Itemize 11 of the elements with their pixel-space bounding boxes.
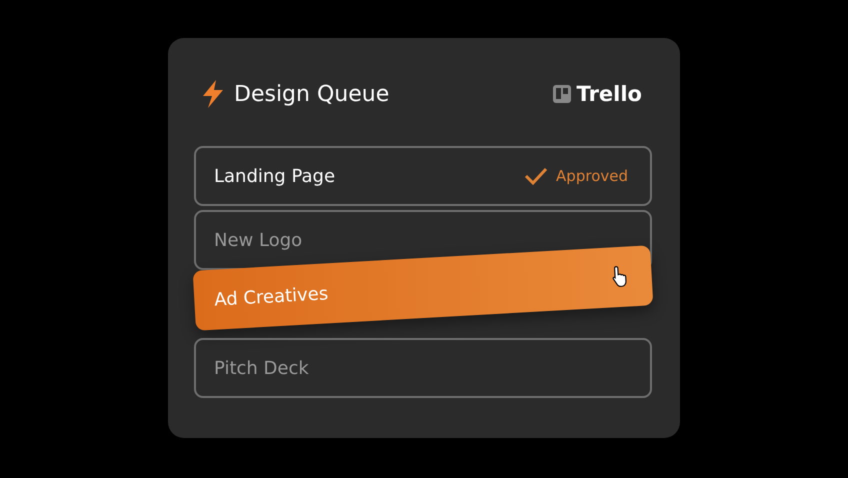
status-label: Approved <box>556 167 628 185</box>
card-title: Design Queue <box>234 82 390 106</box>
item-label: Landing Page <box>214 166 336 186</box>
checkmark-icon <box>524 166 548 186</box>
queue-card-item[interactable]: Landing Page Approved <box>194 146 652 206</box>
lightning-icon <box>200 79 226 109</box>
brand-name: Trello <box>576 82 642 106</box>
board-logo-icon <box>552 85 571 103</box>
item-label: Ad Creatives <box>214 282 329 310</box>
item-label: Pitch Deck <box>214 358 309 378</box>
queue-card-item[interactable]: Pitch Deck <box>194 338 652 398</box>
